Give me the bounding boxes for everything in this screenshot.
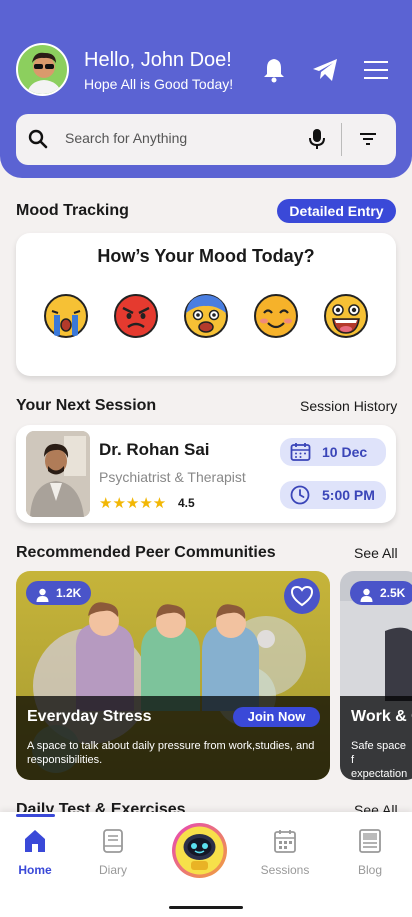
scared-emoji-icon[interactable] (183, 293, 229, 339)
mood-section-title: Mood Tracking (16, 202, 129, 219)
search-divider (341, 123, 342, 156)
member-count: 2.5K (380, 586, 406, 600)
session-time: 5:00 PM (322, 487, 375, 503)
nav-sessions[interactable]: Sessions (250, 812, 320, 892)
crying-emoji-icon[interactable] (43, 293, 89, 339)
member-count-badge: 2.5K (350, 581, 412, 605)
nav-home[interactable]: Home (0, 812, 70, 892)
communities-section-title: Recommended Peer Communities (16, 544, 276, 561)
mood-card: How’s Your Mood Today? (16, 233, 396, 376)
app-header: Hello, John Doe! Hope All is Good Today! (0, 0, 412, 178)
nav-diary[interactable]: Diary (78, 812, 148, 892)
nav-label: Sessions (260, 863, 310, 877)
calendar-icon (273, 828, 297, 854)
greeting-subtitle: Hope All is Good Today! (84, 76, 234, 92)
doctor-role: Psychiatrist & Therapist (99, 469, 246, 485)
person-icon (36, 586, 49, 610)
community-description: Safe space f expectation (351, 740, 408, 780)
detailed-entry-button[interactable]: Detailed Entry (277, 199, 396, 223)
bell-icon[interactable] (260, 56, 288, 84)
search-bar[interactable] (16, 114, 396, 165)
robot-assistant-icon[interactable] (172, 823, 227, 878)
member-count: 1.2K (56, 586, 82, 600)
home-icon (23, 828, 47, 854)
join-now-button[interactable]: Join Now (233, 707, 320, 727)
community-title: Everyday Stress (27, 708, 152, 725)
person-icon (360, 586, 373, 610)
diary-icon (101, 828, 125, 854)
angry-emoji-icon[interactable] (113, 293, 159, 339)
session-date-chip: 10 Dec (280, 438, 386, 466)
send-icon[interactable] (311, 56, 339, 84)
smiling-emoji-icon[interactable] (253, 293, 299, 339)
search-input[interactable] (65, 130, 295, 146)
session-card[interactable]: Dr. Rohan Sai Psychiatrist & Therapist ★… (16, 425, 396, 523)
session-time-chip: 5:00 PM (280, 481, 386, 509)
microphone-icon[interactable] (309, 128, 325, 155)
community-title: Work & C (351, 708, 412, 725)
community-card[interactable]: 2.5K Work & C Safe space f expectation (340, 571, 412, 780)
nav-blog[interactable]: Blog (335, 812, 405, 892)
nav-label: Diary (98, 863, 127, 877)
community-card[interactable]: 1.2K Everyday Stress Join Now A space to… (16, 571, 330, 780)
clock-icon (290, 485, 310, 510)
search-icon (28, 129, 48, 154)
grinning-emoji-icon[interactable] (323, 293, 369, 339)
session-section-title: Your Next Session (16, 397, 157, 414)
rating-value: 4.5 (178, 496, 195, 510)
active-tab-indicator (16, 814, 55, 817)
home-indicator (169, 906, 243, 909)
doctor-photo (26, 431, 90, 517)
session-date: 10 Dec (322, 444, 368, 460)
community-description: A space to talk about daily pressure fro… (27, 740, 315, 766)
avatar[interactable] (16, 43, 69, 96)
mood-question: How’s Your Mood Today? (97, 246, 315, 266)
doctor-name: Dr. Rohan Sai (99, 440, 210, 459)
rating-stars: ★★★★★ (99, 495, 167, 512)
favorite-heart-icon[interactable] (284, 578, 320, 614)
blog-icon (358, 828, 382, 854)
menu-icon[interactable] (362, 56, 390, 84)
nav-label: Home (18, 863, 52, 877)
filter-icon[interactable] (359, 131, 377, 152)
member-count-badge: 1.2K (26, 581, 92, 605)
session-history-link[interactable]: Session History (300, 398, 397, 414)
nav-label: Blog (357, 863, 383, 877)
greeting-text: Hello, John Doe! (84, 49, 232, 71)
calendar-icon (290, 442, 311, 467)
communities-see-all-link[interactable]: See All (354, 545, 398, 561)
